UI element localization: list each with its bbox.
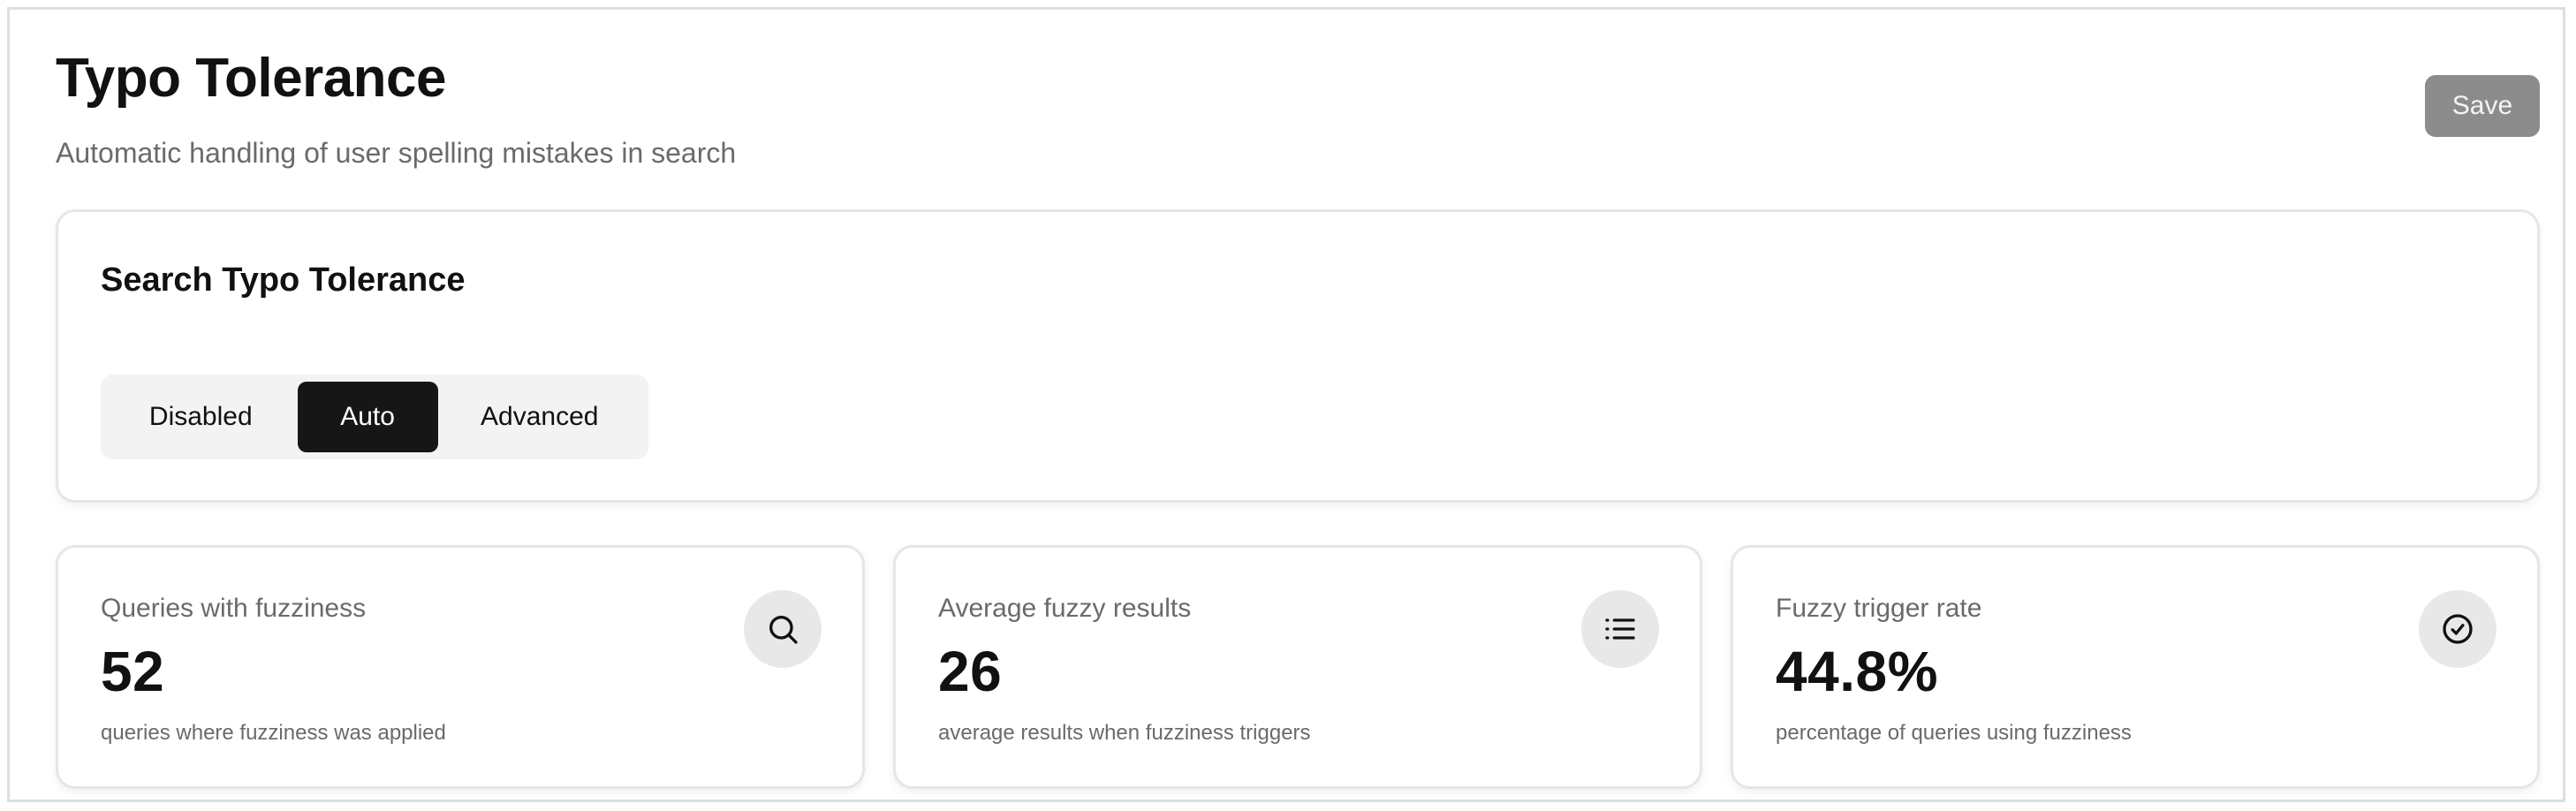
stat-card-average-fuzzy-results: Average fuzzy results 26 average results…	[893, 545, 1702, 789]
stat-caption: average results when fuzziness triggers	[938, 721, 1311, 745]
stat-label: Queries with fuzziness	[101, 594, 367, 623]
mode-option-disabled[interactable]: Disabled	[108, 382, 294, 452]
stat-caption: queries where fuzziness was applied	[101, 721, 446, 745]
mode-option-auto[interactable]: Auto	[297, 382, 438, 452]
search-icon	[744, 590, 822, 668]
stat-value: 26	[938, 640, 1003, 703]
typo-tolerance-panel: Search Typo Tolerance Disabled Auto Adva…	[56, 209, 2540, 503]
stat-value: 44.8%	[1776, 640, 1938, 703]
mode-option-advanced[interactable]: Advanced	[438, 382, 641, 452]
check-circle-icon	[2419, 590, 2496, 668]
stat-value: 52	[101, 640, 165, 703]
page-frame: Typo Tolerance Automatic handling of use…	[7, 7, 2565, 802]
stat-label: Average fuzzy results	[938, 594, 1192, 623]
page-subtitle: Automatic handling of user spelling mist…	[56, 137, 737, 169]
typo-tolerance-mode-selector: Disabled Auto Advanced	[101, 375, 648, 459]
panel-title: Search Typo Tolerance	[101, 261, 466, 299]
stat-caption: percentage of queries using fuzziness	[1776, 721, 2132, 745]
list-icon	[1581, 590, 1659, 668]
stat-card-fuzzy-trigger-rate: Fuzzy trigger rate 44.8% percentage of q…	[1731, 545, 2540, 789]
stat-card-queries-with-fuzziness: Queries with fuzziness 52 queries where …	[56, 545, 865, 789]
stat-label: Fuzzy trigger rate	[1776, 594, 1982, 623]
page-header: Typo Tolerance Automatic handling of use…	[56, 42, 736, 171]
save-button[interactable]: Save	[2425, 75, 2540, 137]
page-title: Typo Tolerance	[56, 48, 447, 109]
